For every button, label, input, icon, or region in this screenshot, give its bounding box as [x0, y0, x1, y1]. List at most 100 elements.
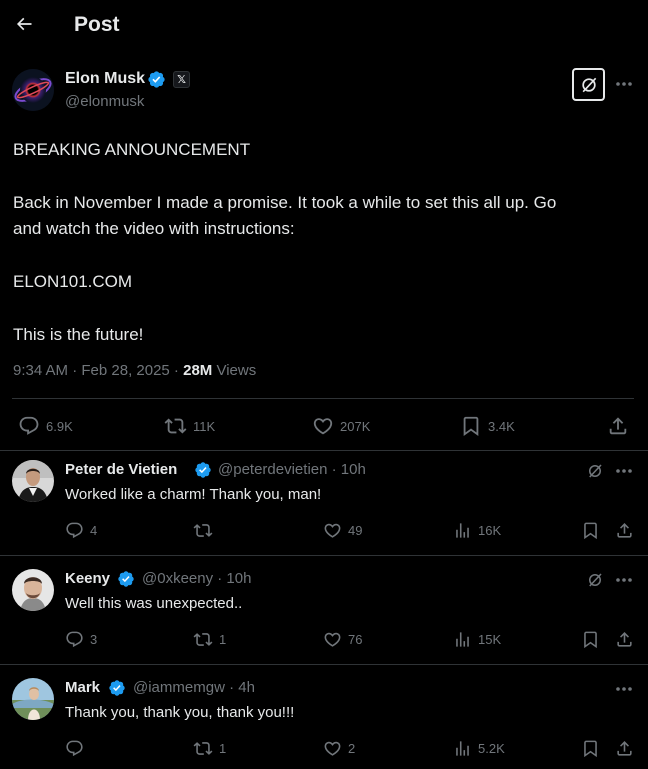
reply-text: Well this was unexpected.. — [65, 595, 243, 612]
repost-button[interactable]: 1 — [193, 739, 226, 758]
repost-icon — [164, 418, 187, 434]
back-button[interactable] — [10, 10, 38, 38]
more-horizontal-icon — [616, 82, 632, 86]
bookmark-button[interactable] — [581, 521, 600, 540]
like-button[interactable]: 2 — [323, 739, 355, 758]
reply-icon — [66, 522, 83, 539]
more-options-button[interactable] — [612, 74, 636, 94]
repost-count: 1 — [219, 741, 227, 756]
grok-button[interactable] — [572, 68, 605, 101]
share-button[interactable] — [615, 521, 634, 540]
repost-icon — [193, 742, 213, 755]
post-timestamp[interactable]: 9:34 AM · Feb 28, 2025 · — [13, 362, 183, 379]
reply-item[interactable]: Keeny @0xkeeny · 10h Well this was unexp… — [0, 559, 648, 664]
analytics-icon — [456, 523, 469, 538]
divider — [0, 664, 648, 665]
reply-button[interactable] — [65, 739, 90, 758]
more-options-button[interactable] — [612, 680, 636, 698]
more-horizontal-icon — [616, 578, 632, 582]
reply-handle[interactable]: @iammemgw · 4h — [133, 679, 255, 696]
grok-button[interactable] — [584, 460, 606, 482]
reply-handle[interactable]: @0xkeeny · 10h — [142, 570, 251, 587]
bookmark-count: 3.4K — [488, 418, 515, 434]
repost-button[interactable]: 11K — [164, 415, 215, 437]
author-avatar[interactable] — [12, 69, 54, 111]
share-icon — [617, 523, 632, 538]
reply-button[interactable]: 6.9K — [18, 415, 73, 437]
bookmark-button[interactable] — [581, 739, 600, 758]
bookmark-button[interactable]: 3.4K — [460, 415, 515, 437]
author-name[interactable]: Elon Musk — [65, 70, 145, 88]
grok-button[interactable] — [584, 569, 606, 591]
grok-icon — [581, 77, 596, 92]
post-text-line: BREAKING ANNOUNCEMENT — [13, 140, 251, 159]
verified-badge-icon — [148, 71, 165, 88]
views-button[interactable]: 16K — [453, 521, 501, 540]
reply-count: 3 — [90, 632, 98, 647]
repost-icon — [193, 633, 213, 646]
repost-icon — [193, 524, 213, 537]
views-button[interactable]: 15K — [453, 630, 501, 649]
like-count: 207K — [340, 418, 371, 434]
like-count: 76 — [348, 632, 363, 647]
views-button[interactable]: 5.2K — [453, 739, 505, 758]
more-options-button[interactable] — [612, 462, 636, 480]
bookmark-icon — [463, 416, 479, 437]
views-count: 16K — [478, 523, 502, 538]
reply-text: Thank you, thank you, thank you!!! — [65, 704, 295, 721]
share-button[interactable] — [615, 630, 634, 649]
repost-count: 1 — [219, 632, 227, 647]
heart-icon — [324, 523, 341, 538]
reply-author-name[interactable]: Keeny — [65, 570, 110, 587]
like-button[interactable]: 207K — [312, 415, 370, 437]
reply-item[interactable]: Mark @iammemgw · 4h Thank you, thank you… — [0, 668, 648, 769]
repost-button[interactable] — [193, 521, 219, 540]
reply-button[interactable]: 4 — [65, 521, 97, 540]
like-button[interactable]: 76 — [323, 630, 362, 649]
post-link[interactable]: ELON101.COM — [13, 272, 132, 292]
like-count: 2 — [348, 741, 356, 756]
verified-badge-icon — [195, 462, 211, 478]
more-horizontal-icon — [616, 687, 632, 691]
reply-author-name[interactable]: Peter de Vietien — [65, 461, 177, 478]
heart-icon — [313, 418, 333, 435]
reply-author-name[interactable]: Mark — [65, 679, 100, 696]
reply-text: Worked like a charm! Thank you, man! — [65, 486, 322, 503]
post-meta: 9:34 AM · Feb 28, 2025 · 28M Views — [13, 362, 256, 379]
grok-icon — [589, 573, 602, 587]
bookmark-icon — [584, 631, 597, 649]
share-button[interactable] — [607, 415, 629, 437]
reply-button[interactable]: 3 — [65, 630, 97, 649]
share-icon — [617, 632, 632, 647]
repost-button[interactable]: 1 — [193, 630, 226, 649]
divider — [0, 555, 648, 556]
views-label: Views — [212, 362, 257, 379]
reply-item[interactable]: Peter de Vietien @peterdevietien · 10h W… — [0, 450, 648, 555]
reply-avatar[interactable] — [12, 569, 54, 611]
repost-count: 11K — [193, 418, 216, 434]
affiliate-x-badge[interactable]: 𝕏 — [173, 71, 190, 88]
bookmark-icon — [584, 740, 597, 758]
more-horizontal-icon — [616, 469, 632, 473]
post-text-line: This is the future! — [13, 325, 144, 344]
author-handle[interactable]: @elonmusk — [65, 93, 144, 110]
heart-icon — [324, 632, 341, 647]
more-options-button[interactable] — [612, 571, 636, 589]
verified-badge-icon — [118, 571, 134, 587]
page-title: Post — [74, 13, 120, 36]
views-count: 15K — [478, 632, 502, 647]
bookmark-icon — [584, 522, 597, 540]
reply-icon — [19, 416, 39, 435]
heart-icon — [324, 741, 341, 756]
reply-count: 6.9K — [46, 418, 73, 434]
bookmark-button[interactable] — [581, 630, 600, 649]
analytics-icon — [456, 741, 469, 756]
reply-avatar[interactable] — [12, 460, 54, 502]
views-count: 5.2K — [478, 741, 505, 756]
verified-badge-icon — [109, 680, 125, 696]
post-text-line: and watch the video with instructions: — [13, 219, 295, 238]
like-button[interactable]: 49 — [323, 521, 362, 540]
reply-handle[interactable]: @peterdevietien · 10h — [218, 461, 366, 478]
reply-avatar[interactable] — [12, 678, 54, 720]
share-button[interactable] — [615, 739, 634, 758]
